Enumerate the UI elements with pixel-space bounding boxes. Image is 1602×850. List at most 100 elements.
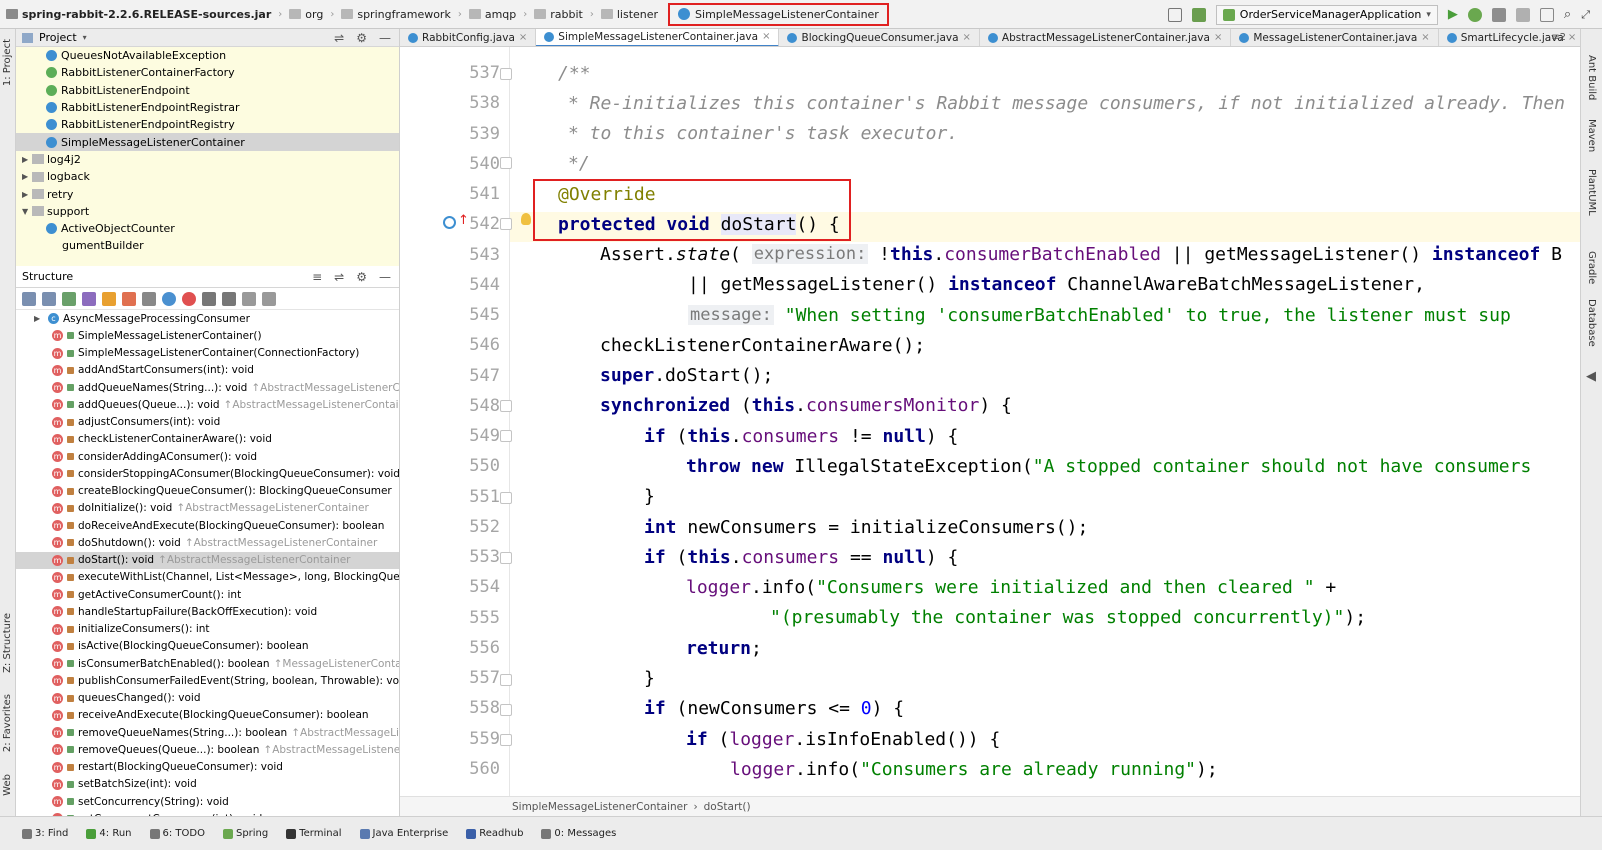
project-tree-item[interactable]: QueuesNotAvailableException	[16, 47, 399, 64]
breadcrumb-method[interactable]: doStart()	[704, 801, 751, 813]
plantuml-tool-tab[interactable]: PlantUML	[1586, 169, 1597, 216]
fold-marker-icon[interactable]	[500, 430, 512, 442]
readhub-tool-button[interactable]: Readhub	[466, 828, 523, 839]
run-configuration-select[interactable]: OrderServiceManagerApplication ▾	[1215, 4, 1438, 25]
show-non-public-icon[interactable]	[122, 291, 136, 306]
terminal-tool-button[interactable]: Terminal	[286, 828, 342, 839]
run-icon[interactable]: ▶	[1448, 7, 1458, 22]
structure-item[interactable]: m doShutdown(): void ↑AbstractMessageListe…	[16, 534, 399, 551]
collapse-arrow-icon[interactable]: ◀	[1586, 369, 1596, 384]
editor-tab[interactable]: SimpleMessageListenerContainer.java ×	[536, 29, 780, 46]
close-icon[interactable]: ×	[1421, 32, 1429, 43]
structure-item[interactable]: m restart(BlockingQueueConsumer): void	[16, 759, 399, 776]
structure-item[interactable]: m addQueues(Queue...): void ↑AbstractMessa…	[16, 396, 399, 413]
show-properties-icon[interactable]	[82, 291, 96, 306]
debug-icon[interactable]	[1467, 7, 1482, 22]
structure-item[interactable]: m removeQueueNames(String...): boolean ↑Ab…	[16, 724, 399, 741]
structure-item[interactable]: m addAndStartConsumers(int): void	[16, 362, 399, 379]
show-inherited-icon[interactable]	[62, 291, 76, 306]
gear-icon[interactable]: ⚙	[356, 270, 367, 284]
sort-alpha-icon[interactable]	[42, 291, 56, 306]
structure-item[interactable]: m considerAddingAConsumer(): void	[16, 448, 399, 465]
java-enterprise-tool-button[interactable]: Java Enterprise	[359, 828, 448, 839]
favorites-tool-tab[interactable]: 2: Favorites	[2, 694, 13, 752]
structure-item[interactable]: m SimpleMessageListenerContainer()	[16, 327, 399, 344]
chevron-right-icon[interactable]: ▶	[22, 190, 32, 199]
structure-item[interactable]: m doInitialize(): void ↑AbstractMessageLis…	[16, 500, 399, 517]
chevron-right-icon[interactable]: ▶	[34, 314, 48, 323]
close-icon[interactable]: ×	[963, 32, 971, 43]
structure-item[interactable]: m handleStartupFailure(BackOffExecution):…	[16, 603, 399, 620]
breadcrumb-listener[interactable]: listener	[595, 8, 664, 21]
structure-item[interactable]: m removeQueues(Queue...): boolean ↑Abstrac…	[16, 741, 399, 758]
build-hammer-icon[interactable]	[1191, 7, 1206, 22]
spring-tool-button[interactable]: Spring	[222, 828, 268, 839]
structure-item[interactable]: m SimpleMessageListenerContainer(Connecti…	[16, 345, 399, 362]
project-tree-item[interactable]: ▶ logback	[16, 168, 399, 185]
breadcrumb-amqp[interactable]: amqp	[463, 8, 522, 21]
fold-marker-icon[interactable]	[500, 674, 512, 686]
lightbulb-icon[interactable]	[521, 213, 531, 225]
autoscroll-to-source-icon[interactable]	[242, 291, 256, 306]
stop-icon[interactable]	[1515, 7, 1530, 22]
tabs-overflow[interactable]: ≡2	[1551, 32, 1566, 43]
close-icon[interactable]: ×	[1214, 32, 1222, 43]
editor-tab[interactable]: RabbitConfig.java ×	[400, 29, 537, 46]
ant-build-tool-tab[interactable]: Ant Build	[1586, 55, 1597, 100]
structure-item[interactable]: m createBlockingQueueConsumer(): Blocking…	[16, 483, 399, 500]
editor-tab[interactable]: MessageListenerContainer.java ×	[1231, 29, 1439, 46]
breadcrumb-jar[interactable]: spring-rabbit-2.2.6.RELEASE-sources.jar	[0, 8, 277, 21]
structure-item[interactable]: m addQueueNames(String...): void ↑Abstract…	[16, 379, 399, 396]
project-tree-item[interactable]: ActiveObjectCounter	[16, 220, 399, 237]
gear-icon[interactable]: ⚙	[356, 31, 367, 45]
fold-marker-icon[interactable]	[500, 552, 512, 564]
breadcrumb-org[interactable]: org	[283, 8, 329, 21]
project-tree-item[interactable]: RabbitListenerContainerFactory	[16, 64, 399, 81]
fold-marker-icon[interactable]	[500, 218, 512, 230]
breadcrumb-selected-class[interactable]: SimpleMessageListenerContainer	[668, 2, 889, 26]
structure-item[interactable]: m executeWithList(Channel, List<Message>,…	[16, 569, 399, 586]
todo-tool-button[interactable]: 6: TODO	[149, 828, 205, 839]
fold-marker-icon[interactable]	[500, 157, 512, 169]
layout-icon[interactable]	[1539, 7, 1554, 22]
close-icon[interactable]: ×	[762, 31, 770, 42]
minimize-icon[interactable]: —	[379, 270, 391, 284]
search-icon[interactable]: ⌕	[1564, 7, 1571, 22]
project-tree-item[interactable]: ▼ support	[16, 203, 399, 220]
gradle-tool-tab[interactable]: Gradle	[1586, 251, 1597, 284]
structure-item[interactable]: m setConcurrency(String): void	[16, 793, 399, 810]
project-tree-item[interactable]: gumentBuilder	[16, 237, 399, 254]
chevron-right-icon[interactable]: ▶	[22, 155, 32, 164]
collapse-all-icon[interactable]	[222, 291, 236, 306]
structure-item[interactable]: m publishConsumerFailedEvent(String, bool…	[16, 672, 399, 689]
breadcrumb-rabbit[interactable]: rabbit	[528, 8, 589, 21]
structure-item[interactable]: m doStart(): void ↑AbstractMessageListener…	[16, 551, 399, 569]
collapse-icon[interactable]: ⇌	[334, 270, 344, 284]
structure-item[interactable]: m initializeConsumers(): int	[16, 621, 399, 638]
structure-tool-tab[interactable]: Z: Structure	[2, 613, 13, 673]
structure-item[interactable]: m receiveAndExecute(BlockingQueueConsumer…	[16, 707, 399, 724]
find-tool-button[interactable]: 3: Find	[22, 828, 68, 839]
structure-item[interactable]: m getActiveConsumerCount(): int	[16, 586, 399, 603]
chevron-down-icon[interactable]: ▼	[22, 207, 32, 216]
structure-item[interactable]: ▶ c AsyncMessageProcessingConsumer	[16, 310, 399, 327]
editor-tab[interactable]: AbstractMessageListenerContainer.java ×	[980, 29, 1232, 46]
project-tool-tab[interactable]: 1: Project	[2, 39, 13, 86]
structure-item[interactable]: m isConsumerBatchEnabled(): boolean ↑Messa…	[16, 655, 399, 672]
fold-marker-icon[interactable]	[500, 734, 512, 746]
structure-item[interactable]: m considerStoppingAConsumer(BlockingQueue…	[16, 465, 399, 482]
structure-item[interactable]: m adjustConsumers(int): void	[16, 414, 399, 431]
anonymous-classes-icon[interactable]	[162, 291, 176, 306]
breadcrumb-springframework[interactable]: springframework	[335, 8, 456, 21]
show-fields-icon[interactable]	[102, 291, 116, 306]
editor-tab[interactable]: BlockingQueueConsumer.java ×	[779, 29, 980, 46]
overridden-arrow-icon[interactable]: ↑	[458, 213, 469, 228]
sort-icon[interactable]: ≡	[312, 270, 322, 284]
project-tree-item[interactable]: ▶ log4j2	[16, 151, 399, 168]
close-icon[interactable]: ×	[519, 32, 527, 43]
filter-icon[interactable]	[142, 291, 156, 306]
minimize-icon[interactable]: —	[379, 31, 391, 45]
collapse-all-icon[interactable]: ⇌	[334, 31, 344, 45]
project-tree-item[interactable]: ▶ retry	[16, 185, 399, 202]
project-tree-item[interactable]: RabbitListenerEndpointRegistry	[16, 116, 399, 133]
